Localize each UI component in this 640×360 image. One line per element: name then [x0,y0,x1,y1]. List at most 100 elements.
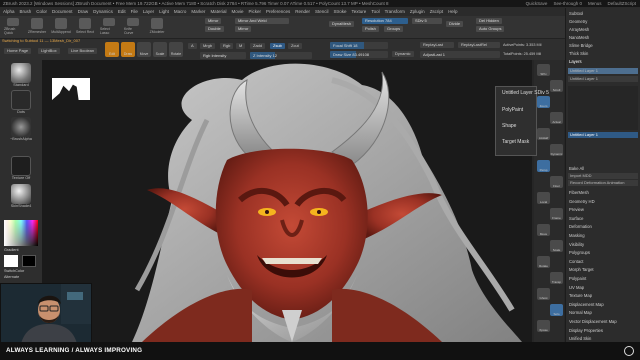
menu-light[interactable]: Light [159,9,169,14]
palette-geometry[interactable]: Geometry [569,19,587,24]
select-lasso-button[interactable]: Select Lasso [100,18,118,35]
mirror-weld-button[interactable]: Mirror And Weld [235,18,289,24]
texture-selector[interactable]: Texture Off [4,156,38,180]
menu-zplugin[interactable]: Zplugin [410,9,425,14]
menu-document[interactable]: Document [52,9,73,14]
popup-untitled-layer[interactable]: Untitled Layer SDiv 5 [502,90,549,96]
view-local-button[interactable]: Local [537,192,550,204]
popup-target-mask[interactable]: Target Mask [502,139,529,145]
z-intensity-slider[interactable]: Z Intensity 12 [250,52,312,59]
menu-macro[interactable]: Macro [174,9,187,14]
double-button[interactable]: Double [205,26,224,32]
mrgb-button[interactable]: Mrgb [200,43,216,49]
palette-uv-map[interactable]: UV Map [569,285,584,290]
home-page-button[interactable]: Home Page [4,48,32,54]
menu-movie[interactable]: Movie [231,9,243,14]
view-ghost-button[interactable]: Ghost [537,288,550,300]
secondary-color-swatch[interactable] [22,255,36,267]
auto-groups-button[interactable]: Auto Groups [476,26,505,32]
polish-button[interactable]: Polish [362,26,379,32]
quicksave-button[interactable]: QuickSave [526,0,548,7]
draw-button[interactable]: Draw [121,42,135,57]
menus-button[interactable]: Menus [588,0,602,7]
dynamesh-button[interactable]: DynaMesh [329,21,355,27]
zmodeler-button[interactable]: ZModeler [148,18,166,35]
replay-last-rel-button[interactable]: ReplayLastRel [458,42,500,48]
palette-layers[interactable]: Layers [569,59,582,64]
menu-color[interactable]: Color [36,9,47,14]
menu-draw[interactable]: Draw [78,9,89,14]
menu-zscript[interactable]: Zscript [430,9,444,14]
canvas-viewport[interactable] [42,60,532,342]
view-floor-button[interactable]: Floor [550,176,563,188]
view-transp-button[interactable]: Transp [550,272,563,284]
menu-stencil[interactable]: Stencil [315,9,329,14]
palette-thick-skin[interactable]: Thick Skin [569,51,588,56]
palette-normal-map[interactable]: Normal Map [569,310,592,315]
menu-file[interactable]: File [131,9,138,14]
sdiv-slider[interactable]: SDiv 5 [412,18,442,24]
zcut-button[interactable]: Zcut [288,43,302,49]
record-deformation-button[interactable]: Record Deformation Animation [568,180,638,186]
scale-button[interactable]: Scale [153,42,167,57]
stroke-selector[interactable]: Dots [4,90,38,114]
view-dynamic-button[interactable]: Dynamic [550,144,563,156]
resolution-slider[interactable]: Resolution 784 [362,18,408,24]
multiappend-button[interactable]: MultiAppend [51,18,71,35]
live-boolean-button[interactable]: Live Boolean [68,48,98,54]
menu-layer[interactable]: Layer [143,9,154,14]
layer-list-area[interactable] [568,86,638,130]
mirror-button[interactable]: Mirror [205,18,222,24]
a-button[interactable]: A [188,43,197,49]
default-zscript-button[interactable]: DefaultZScript [607,0,636,7]
palette-nanomesh[interactable]: NanoMesh [569,35,589,40]
select-rect-button[interactable]: Select Rect [76,18,94,35]
groups-button[interactable]: Groups [384,26,404,32]
palette-arraymesh[interactable]: ArrayMesh [569,27,589,32]
main-color-swatch[interactable] [4,255,18,267]
popup-shape[interactable]: Shape [502,123,516,129]
zsub-button[interactable]: Zsub [270,43,285,49]
menu-dynamics[interactable]: Dynamics [93,9,113,14]
menu-alpha[interactable]: Alpha [3,9,15,14]
view-frame-button[interactable]: Frame [550,208,563,220]
menu-transform[interactable]: Transform [385,9,405,14]
lightbox-button[interactable]: LightBox [38,48,60,54]
palette-geometry-hd[interactable]: Geometry HD [569,199,595,204]
view-scroll-button[interactable]: Scroll [550,80,563,92]
menu-preferences[interactable]: Preferences [266,9,290,14]
palette-vector-displacement-map[interactable]: Vector Displacement Map [569,319,617,324]
palette-subtool[interactable]: Subtool [569,11,583,16]
zadd-button[interactable]: Zadd [250,43,266,49]
rotate-button[interactable]: Rotate [169,42,183,57]
palette-morph-target[interactable]: Morph Target [569,267,594,272]
menu-edit[interactable]: Edit [118,9,126,14]
zbrush-quick-button[interactable]: ZBrush Quick [4,18,22,35]
palette-deformation[interactable]: Deformation [569,224,592,229]
palette-masking[interactable]: Masking [569,233,585,238]
rgb-button[interactable]: Rgb [220,43,234,49]
view-solo-button[interactable]: Solo [550,304,563,316]
move-button[interactable]: Move [137,42,151,57]
view-rotate-button[interactable]: Rotate [537,256,550,268]
palette-surface[interactable]: Surface [569,216,583,221]
view-aahalf-button[interactable]: AAHalf [537,128,550,140]
layer-row-2[interactable]: Untitled Layer 1 [568,76,638,82]
menu-help[interactable]: Help [448,9,457,14]
menu-material[interactable]: Material [210,9,226,14]
layer-row-1[interactable]: Untitled Layer 1 [568,68,638,74]
view-spix-button[interactable]: SPix [537,64,550,76]
view-persp-button[interactable]: Persp [537,160,550,172]
switch-color-button[interactable]: SwitchColor [4,269,24,273]
replay-last-button[interactable]: ReplayLast [420,42,454,48]
rgb-intensity-slider[interactable]: Rgb Intensity [200,52,246,59]
del-hidden-button[interactable]: Del Hidden [476,18,502,24]
view-xpose-button[interactable]: Xpose [537,320,550,332]
bake-all-button[interactable]: Bake All [569,166,584,171]
alternate-button[interactable]: Alternate [4,275,19,279]
knife-curve-button[interactable]: Knife Curve [124,18,142,35]
menu-texture[interactable]: Texture [352,9,367,14]
see-through-slider[interactable]: See-through 0 [553,0,582,7]
palette-polypaint[interactable]: Polypaint [569,276,586,281]
palette-texture-map[interactable]: Texture Map [569,293,592,298]
